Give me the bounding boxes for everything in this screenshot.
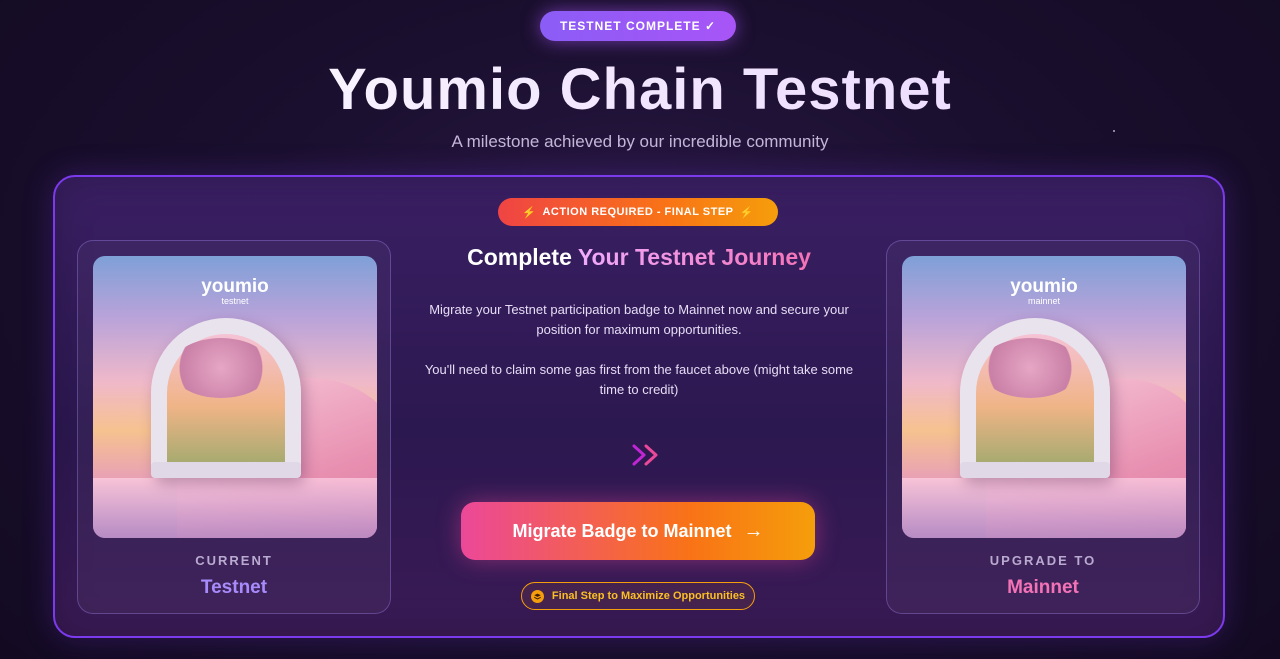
- youmio-logo: youmio mainnet: [1010, 276, 1078, 306]
- current-label: CURRENT: [195, 553, 273, 568]
- current-network: Testnet: [200, 577, 268, 598]
- migrate-button-label: Migrate Badge to Mainnet: [512, 520, 732, 541]
- double-chevron-right-icon: [600, 444, 658, 466]
- mainnet-badge-image: youmio mainnet: [902, 256, 1186, 538]
- panel-heading: Complete Your Testnet Journey: [393, 244, 885, 271]
- art-tree: [171, 338, 271, 398]
- heading-prefix: Complete: [467, 244, 572, 270]
- migration-description: Migrate your Testnet participation badge…: [429, 302, 849, 337]
- layers-icon: [530, 589, 544, 603]
- art-arch-base: [151, 462, 301, 478]
- arrow-right-icon: →: [743, 520, 764, 542]
- testnet-complete-label: TESTNET COMPLETE ✓: [559, 19, 717, 33]
- youmio-logo: youmio testnet: [201, 276, 269, 306]
- bolt-icon: ⚡: [739, 206, 754, 219]
- bolt-icon: ⚡: [522, 206, 537, 219]
- final-step-badge: Final Step to Maximize Opportunities: [521, 582, 755, 610]
- art-water: [93, 478, 377, 538]
- gas-faucet-note: You'll need to claim some gas first from…: [424, 362, 854, 397]
- page-title: Youmio Chain Testnet: [0, 58, 1280, 122]
- testnet-complete-badge: TESTNET COMPLETE ✓: [540, 11, 736, 41]
- art-tree: [980, 338, 1080, 398]
- page-subtitle: A milestone achieved by our incredible c…: [451, 132, 829, 151]
- upgrade-badge-card: youmio mainnet UPGRADE TO Mainnet: [886, 240, 1200, 614]
- art-water: [902, 478, 1186, 538]
- action-required-label: ACTION REQUIRED - FINAL STEP: [542, 206, 734, 218]
- migrate-badge-button[interactable]: Migrate Badge to Mainnet →: [461, 502, 815, 560]
- final-step-label: Final Step to Maximize Opportunities: [551, 590, 746, 602]
- current-badge-card: youmio testnet CURRENT Testnet: [77, 240, 391, 614]
- action-required-badge: ⚡ ACTION REQUIRED - FINAL STEP ⚡: [498, 198, 778, 226]
- upgrade-label: UPGRADE TO: [989, 553, 1097, 568]
- upgrade-network: Mainnet: [1007, 577, 1079, 598]
- testnet-badge-image: youmio testnet: [93, 256, 377, 538]
- art-arch-base: [960, 462, 1110, 478]
- heading-accent: Your Testnet Journey: [577, 244, 811, 270]
